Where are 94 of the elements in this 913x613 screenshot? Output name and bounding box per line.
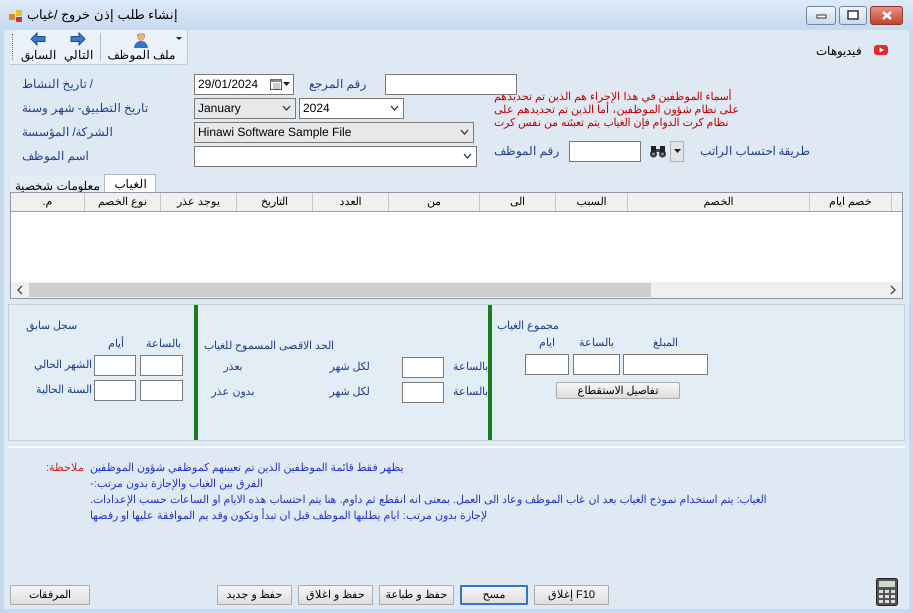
tab[interactable]: معلومات شخصية (10, 176, 104, 192)
input-field[interactable] (402, 357, 444, 378)
field-label: رقم الموظف (494, 143, 560, 159)
video-play-icon (874, 45, 888, 55)
details-button[interactable]: تفاصيل الاستقطاع (556, 382, 680, 399)
company-dropdown[interactable]: Hinawi Software Sample File (194, 122, 474, 142)
action-button[interactable]: F10 إغلاق (534, 585, 609, 605)
input-field[interactable] (525, 354, 569, 375)
chevron-down-icon (459, 127, 470, 137)
row-label: السنة الحالية (34, 383, 92, 398)
window-title: إنشاء طلب إذن خروج /غياب (27, 6, 178, 24)
field-label: تاريخ التطبيق- شهر وسنة (22, 100, 149, 117)
period-label: لكل شهر (328, 360, 370, 376)
column-header[interactable]: نوع الخصم (85, 193, 161, 211)
left-arrow-icon (30, 32, 46, 48)
unit-label: بالساعة (452, 360, 488, 376)
period-label: لكل شهر (328, 385, 370, 400)
action-button[interactable]: حفظ و جديد (217, 585, 292, 605)
column-header[interactable]: من (389, 193, 480, 211)
caret-icon (283, 82, 290, 86)
employee-number-field[interactable] (569, 140, 641, 162)
close-button[interactable] (870, 6, 903, 24)
column-header[interactable]: التاريخ (237, 193, 313, 211)
row-label: الشهر الحالي (32, 358, 92, 374)
notice-text: أسماء الموظفين في هذا الإجراء هم الذين تم تحديدهم على نظام شؤون الموظفين، أما الذين تم تحديدهم على نظام كرت الدوام فإن الغياب يتم تعبئته من نفس كرت (494, 91, 740, 130)
note-text: يظهر فقط قائمة الموظفين الذين تم تعيينهم كموظفي شؤون الموظفين (90, 461, 405, 476)
toolbar-button[interactable]: السابق (18, 31, 59, 63)
note-text: لإجازة بدون مرتب: ايام يطلبها الموظف قبل ان تبدأ وتكون وقد يم الموافقة عليها او رفضها (90, 508, 488, 524)
scroll-left-icon (16, 285, 24, 295)
maximize-icon (847, 10, 859, 20)
right-arrow-icon (70, 32, 86, 48)
column-header[interactable]: يوجد عذر (161, 193, 237, 211)
row-label: بدون عذر (210, 385, 256, 400)
column-label: أيام (107, 336, 125, 352)
chevron-down-icon (281, 103, 292, 113)
field-label: / تاريخ النشاط (22, 76, 94, 93)
column-header[interactable]: م. (11, 193, 85, 211)
note-text: الفرق بين الغياب والإجازة بدون مرتب:- (90, 477, 264, 492)
toolbar-button[interactable]: ملف الموظف (104, 31, 185, 63)
chevron-down-icon (462, 151, 473, 161)
field-label: الشركة/ المؤسسة (22, 124, 114, 141)
scrollbar-thumb[interactable] (29, 283, 651, 297)
input-field[interactable] (140, 380, 183, 401)
videos-link[interactable]: فيديوهات (816, 42, 862, 60)
input-field[interactable] (573, 354, 620, 375)
unit-label: بالساعة (452, 385, 488, 400)
section-title: سجل سابق (26, 319, 78, 331)
employee-name-dropdown[interactable] (194, 146, 477, 166)
section-title: الحد الاقصى المسموح للغياب (204, 339, 334, 352)
column-label: المبلغ (652, 336, 679, 349)
note-text: الغياب: يتم استخدام نموذج الغياب بعد ان غاب الموظف وعاد الى العمل. بمعنى انه انقطع ثم داوم. هنا يتم احتساب هذه الايام او الساعات حسب الإعدادات. (90, 493, 767, 508)
action-button[interactable]: حفظ و طباعة (379, 585, 454, 605)
column-label: بالساعة (145, 337, 182, 352)
minimize-button[interactable] (806, 6, 836, 24)
app-icon (8, 8, 23, 22)
input-field[interactable] (94, 355, 136, 376)
input-field[interactable] (402, 382, 444, 403)
column-header[interactable]: الخصم (628, 193, 810, 211)
calculator-icon (876, 578, 898, 606)
scroll-right-icon (889, 285, 897, 295)
field-label: رقم المرجع (309, 76, 368, 93)
input-field[interactable] (623, 354, 708, 375)
caret-icon (674, 149, 680, 153)
toolbar-button[interactable]: التالي (60, 31, 96, 63)
action-button[interactable]: حفظ و اغلاق (298, 585, 373, 605)
action-button[interactable]: مسح (460, 585, 528, 605)
reference-number-field[interactable] (385, 74, 517, 94)
column-header[interactable]: السبب (556, 193, 628, 211)
chevron-down-icon (389, 103, 400, 113)
field-label: طريقة احتساب الراتب (700, 143, 811, 160)
column-header[interactable]: العدد (313, 193, 389, 211)
action-button[interactable]: المرفقات (10, 585, 90, 605)
calendar-icon (270, 78, 282, 90)
column-label: ايام (538, 336, 556, 349)
year-dropdown[interactable]: 2024 (299, 98, 404, 118)
dropdown-button[interactable] (670, 140, 684, 162)
note-label: ملاحظة: (46, 461, 84, 476)
caret-icon (176, 37, 182, 41)
input-field[interactable] (94, 380, 136, 401)
column-header[interactable]: خصم ايام (810, 193, 892, 211)
horizontal-scrollbar[interactable] (11, 282, 902, 298)
maximize-button[interactable] (839, 6, 867, 24)
row-label: بعذر (222, 360, 244, 376)
field-label: اسم الموظف (22, 148, 90, 165)
month-dropdown[interactable]: January (194, 98, 296, 118)
binoculars-icon (649, 144, 667, 158)
date-picker[interactable]: 29/01/2024 (194, 74, 294, 94)
column-label: بالساعة (578, 336, 615, 349)
person-icon (133, 32, 150, 48)
section-title: مجموع الغياب (497, 319, 560, 331)
tab[interactable]: الغياب (104, 174, 156, 192)
close-icon (880, 10, 892, 20)
input-field[interactable] (140, 355, 183, 376)
column-header[interactable]: الى (480, 193, 556, 211)
